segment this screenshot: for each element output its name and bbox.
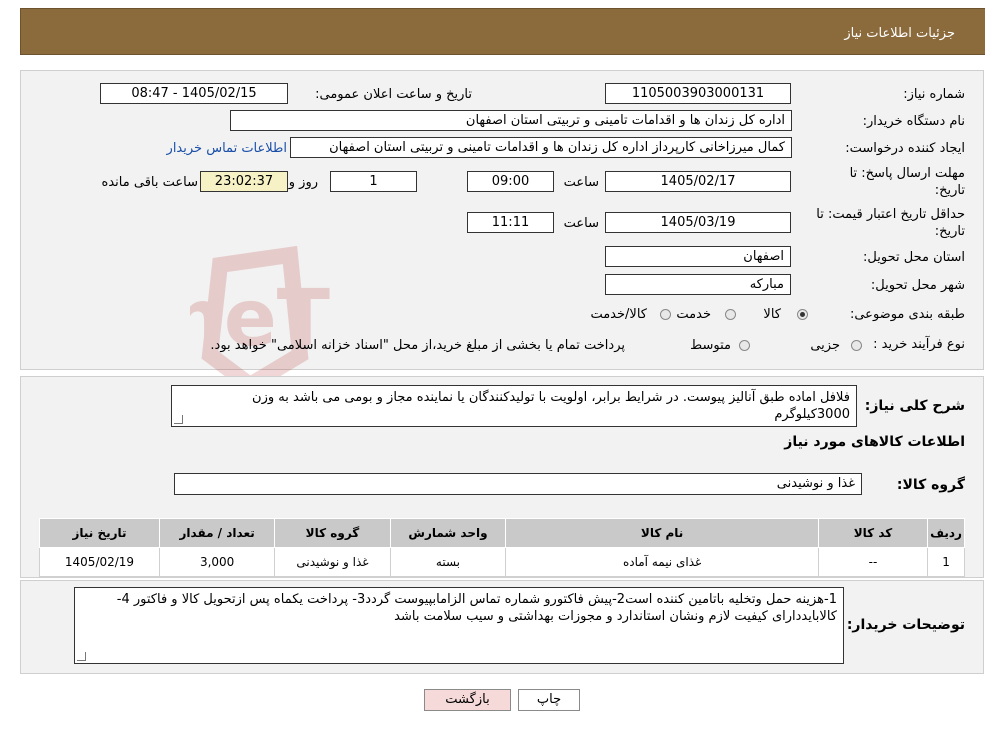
city-label: شهر محل تحویل:: [870, 278, 965, 293]
col-name: نام کالا: [505, 518, 819, 548]
resize-grip-icon[interactable]: [174, 415, 183, 424]
col-quantity: تعداد / مقدار: [158, 518, 276, 548]
category-label: طبقه بندی موضوعی:: [849, 307, 965, 322]
cell-quantity: 3,000: [158, 547, 276, 577]
announce-label: تاریخ و ساعت اعلان عمومی:: [315, 87, 472, 102]
need-number-field: 1105003903000131: [605, 83, 791, 104]
page-title: جزئیات اطلاعات نیاز: [844, 26, 955, 41]
price-valid-time-label: ساعت: [563, 216, 599, 231]
remaining-label: ساعت باقی مانده: [101, 175, 198, 190]
category-goods-service-radio[interactable]: [660, 309, 671, 320]
process-minor-label: جزیی: [810, 338, 840, 353]
buyer-org-label: نام دستگاه خریدار:: [862, 114, 965, 129]
reply-date-field: 1405/02/17: [605, 171, 791, 192]
category-goods-label: کالا: [763, 307, 781, 322]
back-button[interactable]: بازگشت: [424, 689, 511, 711]
page-header: جزئیات اطلاعات نیاز: [20, 8, 985, 55]
price-valid-date-field: 1405/03/19: [605, 212, 791, 233]
remaining-time-field: 23:02:37: [200, 171, 288, 192]
process-medium-label: متوسط: [690, 338, 731, 353]
category-goods-radio[interactable]: [797, 309, 808, 320]
cell-group: غذا و نوشیدنی: [274, 547, 391, 577]
col-date: تاریخ نیاز: [39, 518, 160, 548]
col-row: ردیف: [927, 518, 965, 548]
description-label: شرح کلی نیاز:: [864, 398, 965, 414]
cell-code: --: [817, 547, 929, 577]
reply-time-field: 09:00: [467, 171, 554, 192]
cell-name: غذای نیمه آماده: [505, 547, 819, 577]
cell-date: 1405/02/19: [39, 547, 160, 577]
price-valid-label: حداقل تاریخ اعتبار قیمت: تا: [816, 207, 965, 222]
price-valid-label-2: تاریخ:: [934, 224, 965, 239]
process-minor-radio[interactable]: [851, 340, 862, 351]
province-field: اصفهان: [605, 246, 791, 267]
buyer-notes-label: توضیحات خریدار:: [846, 617, 965, 633]
days-field: 1: [330, 171, 417, 192]
process-label: نوع فرآیند خرید :: [873, 337, 965, 352]
days-label: روز و: [288, 175, 318, 190]
goods-table: ردیف کد کالا نام کالا واحد شمارش گروه کا…: [39, 518, 965, 577]
process-medium-radio[interactable]: [739, 340, 750, 351]
resize-grip-icon[interactable]: [77, 652, 86, 661]
cell-row: 1: [927, 547, 965, 577]
announce-field: 1405/02/15 - 08:47: [100, 83, 288, 104]
reply-deadline-label-2: تاریخ:: [934, 183, 965, 198]
requester-label: ایجاد کننده درخواست:: [845, 141, 965, 156]
goods-group-field: غذا و نوشیدنی: [174, 473, 862, 495]
buyer-org-field: اداره کل زندان ها و اقدامات تامینی و ترب…: [230, 110, 792, 131]
goods-section-title: اطلاعات کالاهای مورد نیاز: [784, 434, 965, 450]
buyer-notes-textarea: 1-هزینه حمل وتخلیه باتامین کننده است2-پی…: [74, 587, 844, 664]
city-field: مبارکه: [605, 274, 791, 295]
requester-field: کمال میرزاخانی کارپرداز اداره کل زندان ه…: [290, 137, 792, 158]
col-unit: واحد شمارش: [389, 518, 507, 548]
need-number-label: شماره نیاز:: [903, 87, 965, 102]
buyer-contact-link[interactable]: اطلاعات تماس خریدار: [167, 141, 287, 156]
table-row: 1 -- غذای نیمه آماده بسته غذا و نوشیدنی …: [39, 547, 965, 577]
col-code: کد کالا: [817, 518, 929, 548]
process-note: پرداخت تمام یا بخشی از مبلغ خرید،از محل …: [210, 338, 625, 353]
price-valid-time-field: 11:11: [467, 212, 554, 233]
category-service-radio[interactable]: [725, 309, 736, 320]
reply-deadline-label: مهلت ارسال پاسخ: تا: [849, 166, 965, 181]
goods-group-label: گروه کالا:: [896, 477, 965, 493]
category-service-label: خدمت: [676, 307, 711, 322]
cell-unit: بسته: [389, 547, 507, 577]
description-textarea: فلافل اماده طبق آنالیز پیوست. در شرایط ب…: [171, 385, 857, 427]
print-button[interactable]: چاپ: [518, 689, 580, 711]
buyer-notes-text: 1-هزینه حمل وتخلیه باتامین کننده است2-پی…: [116, 592, 837, 624]
category-goods-service-label: کالا/خدمت: [590, 307, 647, 322]
reply-time-label: ساعت: [563, 175, 599, 190]
goods-table-header: ردیف کد کالا نام کالا واحد شمارش گروه کا…: [39, 518, 965, 548]
col-group: گروه کالا: [274, 518, 391, 548]
province-label: استان محل تحویل:: [863, 250, 965, 265]
description-text: فلافل اماده طبق آنالیز پیوست. در شرایط ب…: [252, 390, 850, 422]
